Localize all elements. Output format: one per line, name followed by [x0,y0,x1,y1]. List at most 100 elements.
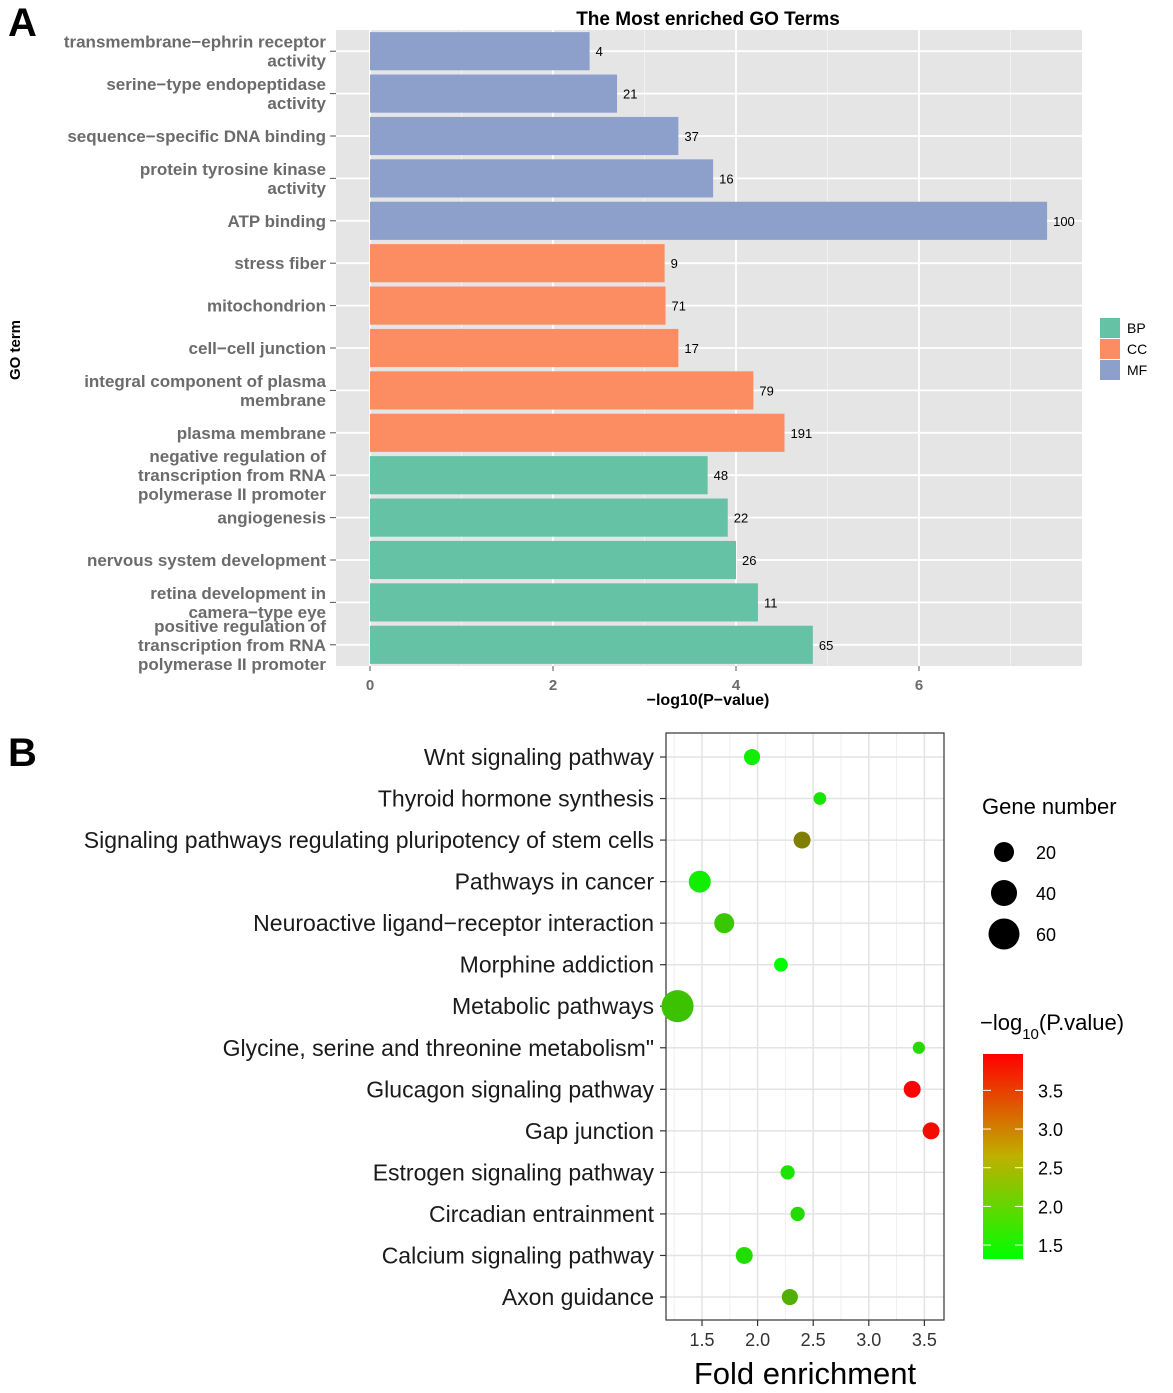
size-legend-circle [990,879,1018,907]
bar-bp [370,456,708,495]
bar-count-label: 79 [759,383,773,398]
pathway-label: Circadian entrainment [429,1201,655,1227]
bubble-point [714,913,735,934]
pathway-label: Estrogen signaling pathway [373,1159,655,1185]
bar-cc [370,328,679,368]
pathway-label: Axon guidance [502,1284,654,1310]
panel-a-legend: BP CC MF [1100,318,1147,380]
colorbar-tick-label: 3.5 [1038,1081,1063,1101]
go-term-label: activity [267,179,326,198]
go-term-label: cell−cell junction [189,339,326,358]
go-term-label: serine−type endopeptidase [106,75,326,94]
go-term-label: mitochondrion [207,297,326,316]
colorbar-tick-label: 2.5 [1038,1159,1063,1179]
go-term-label: transmembrane−ephrin receptor [64,33,327,52]
size-legend-title: Gene number [982,794,1117,819]
pathway-label: Wnt signaling pathway [424,744,655,770]
bar-count-label: 16 [719,171,733,186]
bubble-point [743,748,761,766]
legend-swatch-cc [1100,339,1120,359]
bubble-point [813,792,827,805]
bubble-point [793,831,811,849]
bar-cc [370,371,754,410]
x-tick-label: 2 [549,677,557,694]
panel-b-plot-area: Wnt signaling pathway Thyroid hormone syn… [84,732,945,1350]
figure: A The Most enriched GO Terms 4 transmembr… [7,1,1147,1391]
color-legend-title: −log10(P.value) [980,1010,1124,1043]
bar-mf [370,159,714,198]
go-term-label: ATP binding [227,212,326,231]
bar-cc [370,286,666,325]
go-term-label: protein tyrosine kinase [140,160,326,179]
panel-b-color-legend: −log10(P.value) 3.5 3.0 2.5 2.0 1.5 [980,1010,1124,1259]
bar-count-label: 100 [1053,214,1075,229]
go-term-label: polymerase II promoter [138,485,326,504]
bar-count-label: 22 [734,511,748,526]
bar-bp [370,498,728,537]
go-term-label: polymerase II promoter [138,655,326,674]
legend-swatch-mf [1100,360,1120,380]
bar-mf [370,116,679,156]
bar-bp [370,625,813,664]
bar-count-label: 4 [596,44,603,59]
panel-a-title: The Most enriched GO Terms [576,9,840,30]
legend-label-mf: MF [1127,362,1147,378]
pathway-label: Morphine addiction [460,952,654,978]
colorbar-tick-label: 3.0 [1038,1120,1063,1140]
pathway-label: Signaling pathways regulating pluripoten… [84,827,654,853]
pathway-label: Glycine, serine and threonine metabolism… [223,1035,654,1061]
bubble-point [790,1206,805,1222]
panel-a-y-axis-label: GO term [7,320,24,380]
legend-swatch-bp [1100,318,1120,338]
pathway-label: Metabolic pathways [452,993,654,1019]
x-tick-label: 2.0 [745,1330,770,1350]
panel-b-size-legend: Gene number 20 40 60 [982,794,1117,950]
bar-count-label: 191 [790,426,812,441]
colorbar-tick-label: 2.0 [1038,1197,1063,1217]
pathway-label: Thyroid hormone synthesis [378,786,654,812]
panel-a-x-axis-label: −log10(P−value) [647,692,770,709]
go-term-label: integral component of plasma [84,372,326,391]
size-legend-label: 40 [1036,884,1056,904]
bar-mf [370,74,618,113]
bubble-point [781,1288,798,1306]
bubble-point [661,990,694,1023]
bar-count-label: 65 [819,638,833,653]
size-legend-label: 20 [1036,843,1056,863]
go-term-label: sequence−specific DNA binding [67,127,326,146]
go-term-label: plasma membrane [177,424,326,443]
colorbar-tick-label: 1.5 [1038,1236,1063,1256]
bar-mf [370,32,590,71]
pathway-label: Pathways in cancer [455,869,655,895]
bar-count-label: 9 [671,256,678,271]
go-term-label: angiogenesis [217,509,326,528]
bar-count-label: 71 [672,299,686,314]
pathway-label: Gap junction [525,1118,654,1144]
bar-cc [370,244,665,283]
go-term-label: positive regulation of [154,617,326,636]
x-tick-label: 3.5 [912,1330,937,1350]
go-term-label: activity [267,52,326,71]
x-tick-label: 2.5 [801,1330,826,1350]
size-legend-circle [994,842,1014,862]
bar-cc [370,413,785,452]
x-tick-label: 3.0 [856,1330,881,1350]
bubble-point [922,1122,940,1140]
bar-count-label: 17 [684,341,698,356]
bar-count-label: 21 [623,87,637,102]
panel-a-plot-area: 4transmembrane−ephrin receptoractivity21… [64,30,1082,694]
go-term-label: stress fiber [234,254,326,273]
panel-b-background [666,733,944,1320]
go-term-label: retina development in [150,584,326,603]
go-term-label: transcription from RNA [138,466,326,485]
legend-label-bp: BP [1127,320,1146,336]
go-term-label: transcription from RNA [138,636,326,655]
bar-count-label: 11 [764,595,778,610]
go-term-label: negative regulation of [149,447,326,466]
bubble-point [903,1080,921,1098]
bubble-point [735,1246,753,1264]
size-legend-circle [988,918,1020,950]
panel-a-label: A [8,1,37,45]
legend-label-cc: CC [1127,341,1147,357]
bar-count-label: 48 [714,468,728,483]
